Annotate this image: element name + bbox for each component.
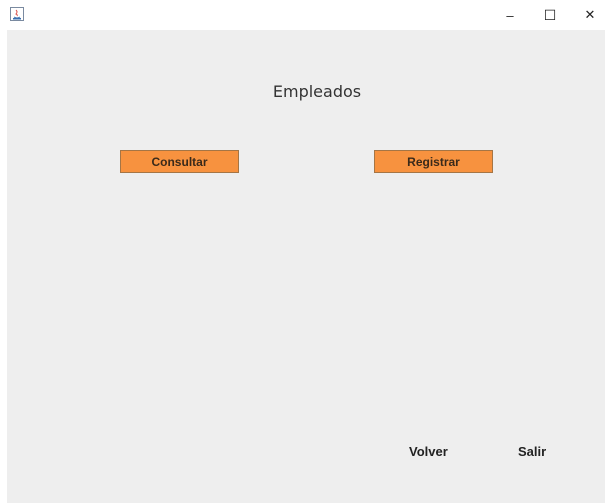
title-bar[interactable]: – ☐ ✕ xyxy=(0,0,605,30)
maximize-icon: ☐ xyxy=(543,6,557,23)
minimize-button[interactable]: – xyxy=(490,0,530,30)
page-title: Empleados xyxy=(272,82,362,101)
close-button[interactable]: ✕ xyxy=(570,0,605,30)
consultar-button[interactable]: Consultar xyxy=(120,150,239,173)
main-panel: Empleados Consultar Registrar Volver Sal… xyxy=(7,30,605,503)
volver-button[interactable]: Volver xyxy=(409,444,448,459)
registrar-button[interactable]: Registrar xyxy=(374,150,493,173)
minimize-icon: – xyxy=(506,7,514,23)
app-window: – ☐ ✕ Empleados Consultar Registrar Volv… xyxy=(0,0,605,503)
java-app-icon xyxy=(10,7,24,21)
maximize-button[interactable]: ☐ xyxy=(530,0,570,30)
close-icon: ✕ xyxy=(584,7,596,22)
salir-button[interactable]: Salir xyxy=(518,444,546,459)
